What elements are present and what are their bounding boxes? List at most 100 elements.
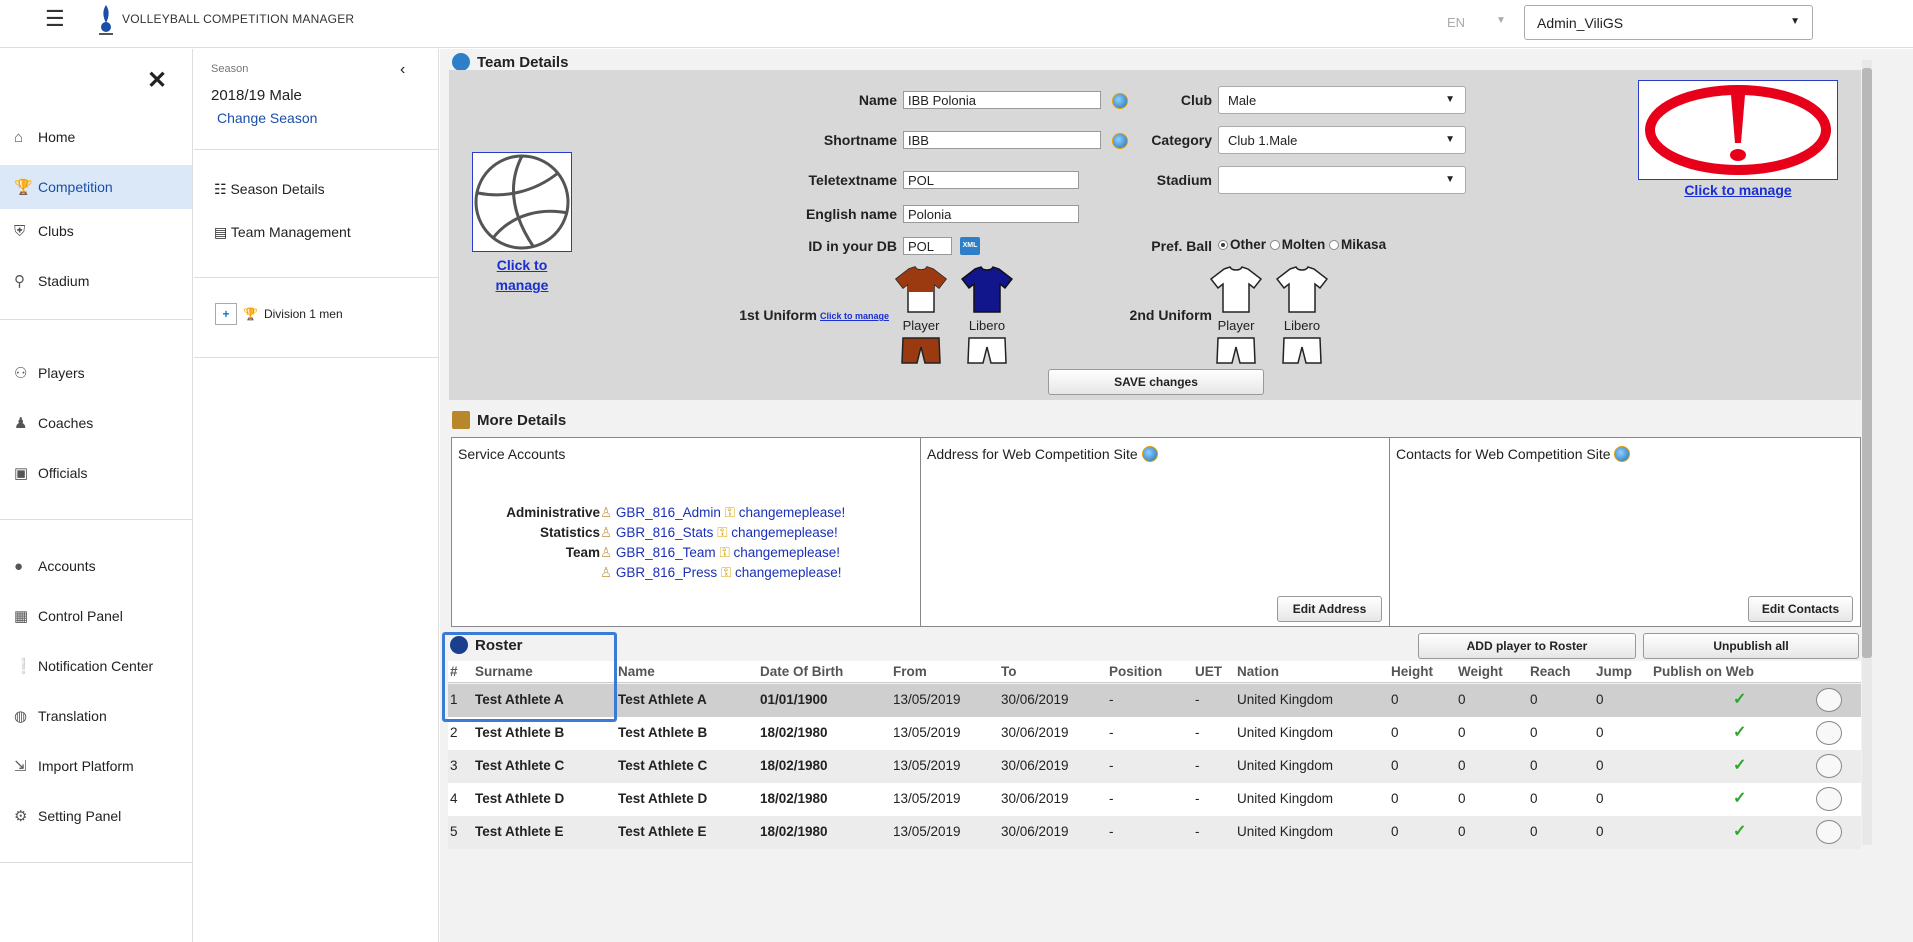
col-to[interactable]: To [1001, 664, 1017, 679]
home-icon: ⌂ [14, 128, 24, 146]
col-reach[interactable]: Reach [1530, 664, 1571, 679]
col-name[interactable]: Name [618, 664, 655, 679]
table-row[interactable]: 3 Test Athlete C Test Athlete C 18/02/1980 1… [448, 750, 1861, 783]
table-cell: Test Athlete B [618, 725, 708, 740]
col-weight[interactable]: Weight [1458, 664, 1503, 679]
away-libero-shirt-icon[interactable] [1276, 266, 1328, 314]
change-season-link[interactable]: Change Season [217, 110, 317, 126]
id-in-db-field[interactable]: POL [903, 237, 952, 255]
table-row[interactable]: 1 Test Athlete A Test Athlete A 01/01/1900 1… [448, 684, 1861, 717]
division-item[interactable]: + 🏆 Division 1 men [215, 303, 343, 325]
radio-molten[interactable]: Molten [1269, 237, 1325, 252]
uniform1-manage-link[interactable]: Click to manage [820, 311, 889, 321]
radio-mikasa[interactable]: Mikasa [1329, 237, 1386, 252]
sidebar-item-import-platform[interactable]: ⇲ Import Platform [0, 744, 192, 788]
account-role-stats: Statistics [539, 525, 600, 540]
published-check-icon[interactable]: ✓ [1733, 821, 1746, 841]
published-check-icon[interactable]: ✓ [1733, 755, 1746, 775]
sidebar-item-clubs[interactable]: ⛨ Clubs [0, 209, 192, 253]
collapse-icon[interactable]: ‹ [400, 61, 405, 79]
sidebar-item-accounts[interactable]: ● Accounts [0, 544, 192, 588]
season-value: 2018/19 Male [211, 87, 302, 104]
sidebar-item-control-panel[interactable]: ▦ Control Panel [0, 594, 192, 638]
xml-export-icon[interactable]: XML [960, 237, 980, 255]
table-row[interactable]: 2 Test Athlete B Test Athlete B 18/02/1980 1… [448, 717, 1861, 750]
col-publish[interactable]: Publish on Web [1653, 664, 1754, 679]
published-check-icon[interactable]: ✓ [1733, 722, 1746, 742]
home-player-shirt-icon[interactable] [895, 266, 947, 314]
teletextname-field[interactable]: POL [903, 171, 1079, 189]
menu-icon[interactable]: ☰ [45, 6, 65, 32]
scrollbar-thumb[interactable] [1862, 68, 1872, 658]
season-details-link[interactable]: ☷ Season Details [214, 181, 325, 198]
away-libero-shorts-icon[interactable] [1282, 337, 1322, 365]
sidebar-item-officials[interactable]: ▣ Officials [0, 451, 192, 495]
sidebar-item-setting-panel[interactable]: ⚙ Setting Panel [0, 794, 192, 838]
user-icon: ♙ [600, 525, 616, 540]
away-player-shorts-icon[interactable] [1216, 337, 1256, 365]
libero-label: Libero [968, 318, 1006, 333]
user-select[interactable]: Admin_ViliGS ▼ [1524, 5, 1813, 40]
translate-globe-icon[interactable] [1112, 133, 1128, 149]
team-icon [452, 53, 470, 71]
account-stats[interactable]: ♙ GBR_816_Stats ⚿ changemeplease! [600, 525, 838, 541]
published-check-icon[interactable]: ✓ [1733, 788, 1746, 808]
sidebar-item-players[interactable]: ⚇ Players [0, 351, 192, 395]
edit-player-icon[interactable] [1816, 721, 1842, 745]
club-select[interactable]: Male ▼ [1218, 86, 1466, 114]
account-admin[interactable]: ♙ GBR_816_Admin ⚿ changemeplease! [600, 505, 845, 521]
edit-player-icon[interactable] [1816, 787, 1842, 811]
away-player-shirt-icon[interactable] [1210, 266, 1262, 314]
col-position[interactable]: Position [1109, 664, 1162, 679]
team-logo[interactable] [472, 152, 572, 252]
language-selector[interactable]: EN [1447, 15, 1465, 30]
sidebar-item-home[interactable]: ⌂ Home [0, 115, 192, 159]
chevron-down-icon[interactable]: ▼ [1496, 15, 1506, 26]
edit-contacts-button[interactable]: Edit Contacts [1748, 596, 1853, 622]
table-row[interactable]: 4 Test Athlete D Test Athlete D 18/02/1980 1… [448, 783, 1861, 816]
sidebar-item-translation[interactable]: ◍ Translation [0, 694, 192, 738]
sidebar-item-notification-center[interactable]: ❕ Notification Center [0, 644, 192, 688]
table-cell: - [1195, 758, 1200, 773]
close-icon[interactable]: ✕ [147, 66, 167, 95]
translate-globe-icon[interactable] [1112, 93, 1128, 109]
edit-player-icon[interactable] [1816, 820, 1842, 844]
stadium-select[interactable]: ▼ [1218, 166, 1466, 194]
account-team[interactable]: ♙ GBR_816_Team ⚿ changemeplease! [600, 545, 840, 561]
col-jump[interactable]: Jump [1596, 664, 1632, 679]
table-cell: 0 [1530, 758, 1538, 773]
edit-address-button[interactable]: Edit Address [1277, 596, 1382, 622]
add-player-button[interactable]: ADD player to Roster [1418, 633, 1636, 659]
save-changes-button[interactable]: SAVE changes [1048, 369, 1264, 395]
account-press[interactable]: ♙ GBR_816_Press ⚿ changemeplease! [600, 565, 842, 581]
home-libero-shorts-icon[interactable] [967, 337, 1007, 365]
team-management-link[interactable]: ▤ Team Management [214, 224, 351, 241]
expand-plus-icon[interactable]: + [215, 303, 237, 325]
english-name-field[interactable]: Polonia [903, 205, 1079, 223]
edit-player-icon[interactable] [1816, 688, 1842, 712]
shield-icon: ⛨ [14, 222, 26, 240]
home-player-shorts-icon[interactable] [901, 337, 941, 365]
sidebar-item-coaches[interactable]: ♟ Coaches [0, 401, 192, 445]
table-cell: 0 [1596, 824, 1604, 839]
col-dob[interactable]: Date Of Birth [760, 664, 843, 679]
col-uet[interactable]: UET [1195, 664, 1222, 679]
unpublish-all-button[interactable]: Unpublish all [1643, 633, 1859, 659]
col-from[interactable]: From [893, 664, 927, 679]
shortname-field[interactable]: IBB [903, 131, 1101, 149]
sidebar-item-stadium[interactable]: ⚲ Stadium [0, 259, 192, 303]
home-libero-shirt-icon[interactable] [961, 266, 1013, 314]
click-to-manage-club-logo-link[interactable]: Click to manage [1638, 182, 1838, 198]
table-row[interactable]: 5 Test Athlete E Test Athlete E 18/02/1980 1… [448, 816, 1861, 849]
radio-other[interactable]: Other [1218, 237, 1266, 252]
category-select[interactable]: Club 1.Male ▼ [1218, 126, 1466, 154]
col-height[interactable]: Height [1391, 664, 1433, 679]
sidebar-item-competition[interactable]: 🏆 Competition [0, 165, 192, 209]
table-cell: - [1195, 791, 1200, 806]
click-to-manage-logo-link[interactable]: Click to manage [472, 255, 572, 295]
edit-player-icon[interactable] [1816, 754, 1842, 778]
name-field[interactable]: IBB Polonia [903, 91, 1101, 109]
col-nation[interactable]: Nation [1237, 664, 1279, 679]
published-check-icon[interactable]: ✓ [1733, 689, 1746, 709]
club-logo[interactable] [1638, 80, 1838, 180]
